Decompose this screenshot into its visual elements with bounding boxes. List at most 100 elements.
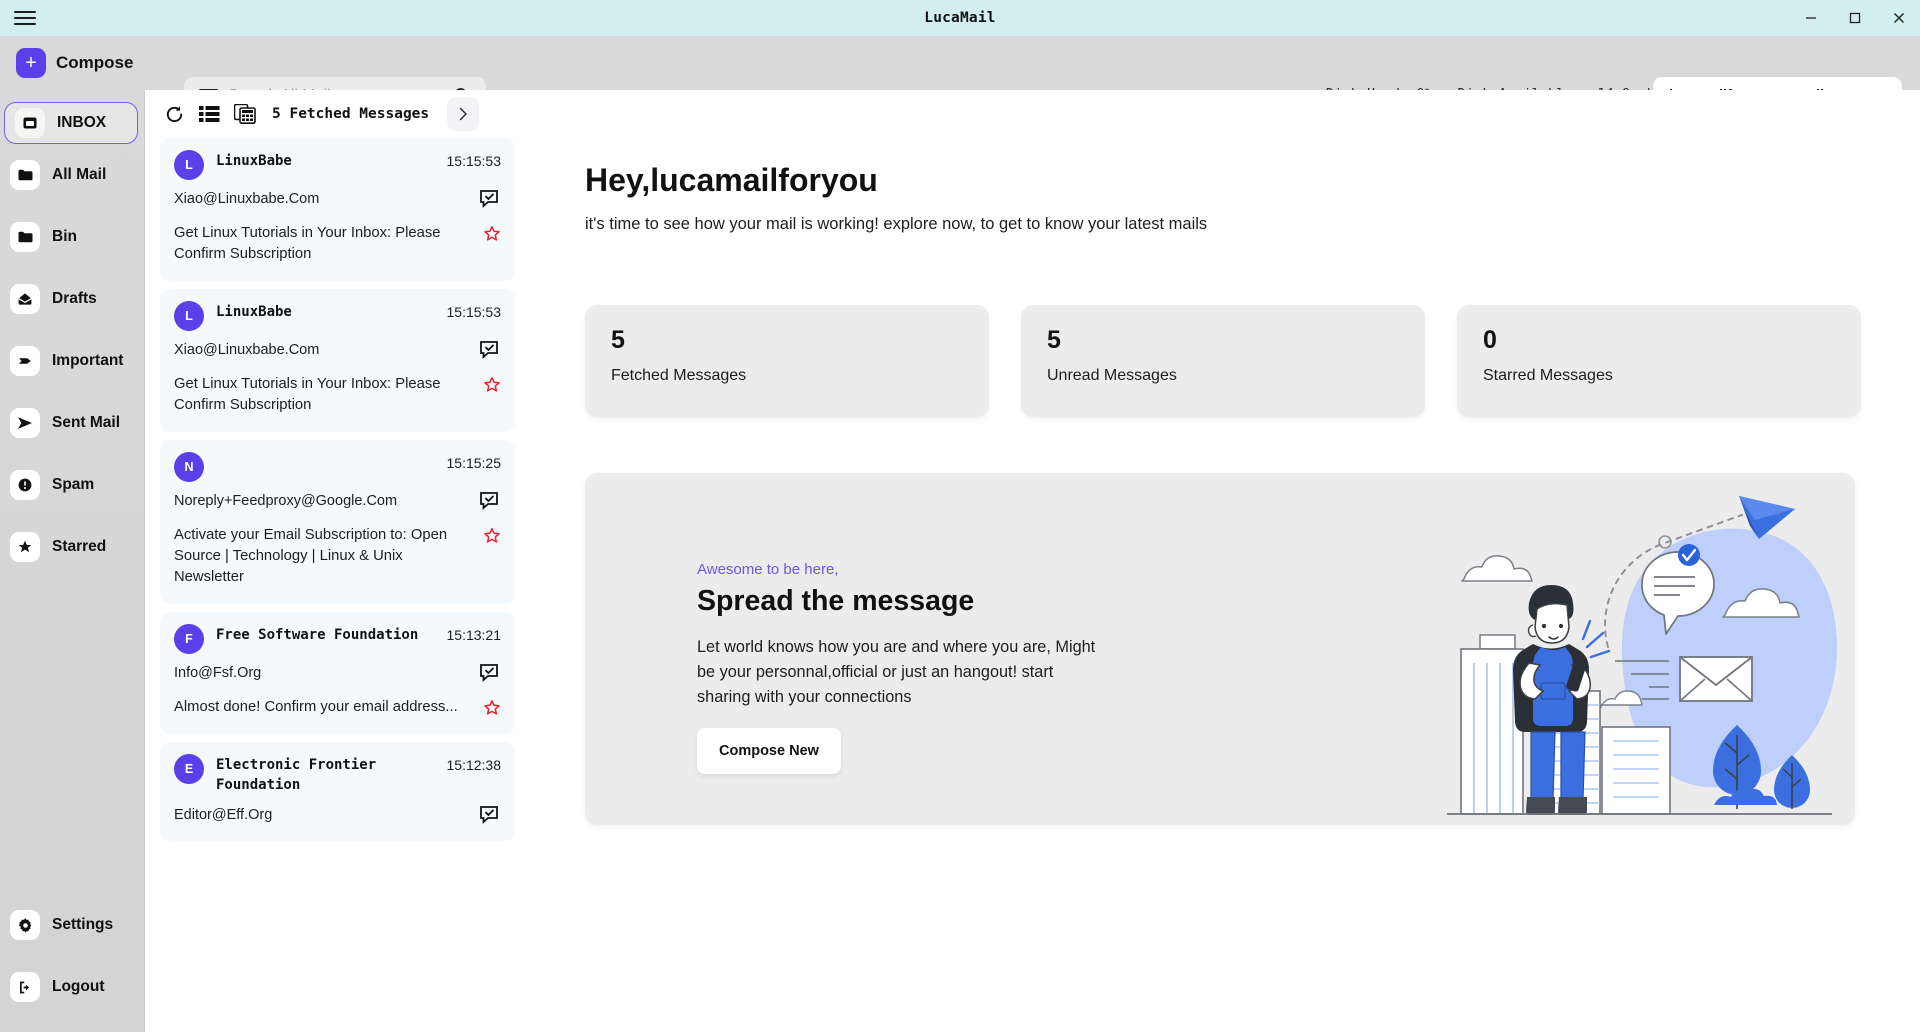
sidebar-item-drafts[interactable]: Drafts: [0, 268, 144, 330]
next-page-button[interactable]: [447, 97, 480, 131]
sidebar-item-label: Sent Mail: [52, 414, 121, 431]
mail-subject: Get Linux Tutorials in Your Inbox: Pleas…: [174, 225, 441, 262]
star-icon[interactable]: [483, 699, 501, 717]
star-icon[interactable]: [483, 527, 501, 545]
promo-title: Spread the message: [697, 585, 975, 617]
person-sending-mail-illustration: [1447, 496, 1837, 815]
compose-button-label: Compose: [56, 53, 134, 72]
sidebar-item-all-mail[interactable]: All Mail: [0, 144, 144, 206]
app-window: LucaMail + Compose Disk Used: 0% , D: [0, 0, 1920, 1032]
mail-sender-name: LinuxBabe: [216, 153, 292, 169]
star-icon[interactable]: [483, 376, 501, 394]
mail-timestamp: 15:15:53: [446, 304, 502, 320]
mail-item-header: L LinuxBabe 15:15:53: [174, 150, 501, 180]
mail-item-subject-row: Activate your Email Subscription to: Ope…: [174, 525, 501, 588]
conversation-icon[interactable]: [479, 491, 501, 511]
mail-timestamp: 15:15:25: [446, 455, 502, 471]
title-bar: LucaMail: [0, 0, 1920, 36]
mail-sender-name: LinuxBabe: [216, 304, 292, 320]
promo-description: Let world knows how you are and where yo…: [697, 638, 1096, 706]
mail-item-header: N 15:15:25: [174, 452, 501, 482]
minimize-icon[interactable]: [1800, 7, 1822, 29]
sidebar-item-label: Important: [52, 352, 124, 369]
conversation-icon[interactable]: [479, 805, 501, 825]
sidebar-item-sent-mail[interactable]: Sent Mail: [0, 392, 144, 454]
close-icon[interactable]: [1888, 7, 1910, 29]
sidebar-item-starred[interactable]: Starred: [0, 516, 144, 578]
promo-banner: Awesome to be here, Spread the message L…: [585, 473, 1855, 825]
sidebar-item-label: All Mail: [52, 166, 107, 183]
mail-item-subject-row: Almost done! Confirm your email address.…: [174, 697, 501, 718]
mail-item-subject-row: Get Linux Tutorials in Your Inbox: Pleas…: [174, 223, 501, 265]
mail-subject: Get Linux Tutorials in Your Inbox: Pleas…: [174, 376, 441, 413]
compose-button[interactable]: + Compose: [8, 42, 140, 84]
stat-label: Fetched Messages: [611, 366, 747, 384]
mail-sender-address: Editor@Eff.Org: [174, 806, 273, 823]
stat-value: 5: [1047, 326, 1061, 354]
mail-timestamp: 15:12:38: [446, 757, 502, 773]
avatar: L: [174, 301, 204, 331]
mail-subject: Activate your Email Subscription to: Ope…: [174, 527, 448, 585]
conversation-icon[interactable]: [479, 663, 501, 683]
mail-sender-address: Info@Fsf.Org: [174, 665, 262, 681]
mail-item-header: L LinuxBabe 15:15:53: [174, 301, 501, 331]
mail-sender-address: Noreply+Feedproxy@Google.Com: [174, 493, 398, 509]
folder-icon: [10, 160, 40, 190]
sidebar: INBOX All Mail Bin Drafts Important Sent…: [0, 90, 145, 1032]
mail-sender-address: Xiao@Linuxbabe.Com: [174, 342, 320, 358]
avatar: F: [174, 624, 204, 654]
sidebar-item-settings[interactable]: Settings: [0, 894, 145, 956]
mail-list-item[interactable]: F Free Software Foundation 15:13:21 Info…: [160, 612, 515, 734]
stats-row: 5 Fetched Messages 5 Unread Messages 0 S…: [585, 305, 1861, 417]
mail-item-address-row: Info@Fsf.Org: [174, 663, 501, 683]
sidebar-item-label: Drafts: [52, 290, 97, 307]
compose-new-button[interactable]: Compose New: [697, 728, 841, 774]
stat-value: 0: [1483, 326, 1497, 354]
sidebar-item-label: Spam: [52, 476, 95, 493]
mail-list-item[interactable]: L LinuxBabe 15:15:53 Xiao@Linuxbabe.Com …: [160, 289, 515, 432]
avatar: L: [174, 150, 204, 180]
sidebar-item-spam[interactable]: Spam: [0, 454, 144, 516]
conversation-icon[interactable]: [479, 340, 501, 360]
sidebar-item-inbox[interactable]: INBOX: [4, 102, 138, 144]
mail-item-address-row: Xiao@Linuxbabe.Com: [174, 189, 501, 209]
maximize-icon[interactable]: [1844, 7, 1866, 29]
stat-value: 5: [611, 326, 625, 354]
sidebar-item-logout[interactable]: Logout: [0, 956, 145, 1018]
inbox-icon: [15, 108, 45, 138]
mail-item-header: F Free Software Foundation 15:13:21: [174, 624, 501, 654]
mail-item-subject-row: Get Linux Tutorials in Your Inbox: Pleas…: [174, 374, 501, 416]
mail-sender-address: Xiao@Linuxbabe.Com: [174, 191, 320, 207]
mail-item-address-row: Noreply+Feedproxy@Google.Com: [174, 491, 501, 511]
sidebar-bottom-group: Settings Logout: [0, 894, 145, 1018]
grid-view-icon[interactable]: [234, 104, 256, 124]
list-view-icon[interactable]: [199, 105, 220, 123]
mail-list-item[interactable]: L LinuxBabe 15:15:53 Xiao@Linuxbabe.Com …: [160, 138, 515, 281]
folder-icon: [10, 222, 40, 252]
sidebar-item-bin[interactable]: Bin: [0, 206, 144, 268]
mail-list-item[interactable]: E Electronic Frontier Foundation 15:12:3…: [160, 742, 515, 841]
draft-envelope-icon: [10, 284, 40, 314]
sidebar-item-label: Settings: [52, 916, 114, 933]
star-icon[interactable]: [483, 225, 501, 243]
sidebar-item-label: Bin: [52, 228, 77, 245]
greeting-subtitle: it's time to see how your mail is workin…: [585, 215, 1208, 233]
logout-icon: [10, 972, 40, 1002]
page-title: Hey,lucamailforyou: [585, 162, 878, 198]
mail-list-item[interactable]: N 15:15:25 Noreply+Feedproxy@Google.Com …: [160, 440, 515, 604]
mail-timestamp: 15:15:53: [446, 153, 502, 169]
stat-card-fetched: 5 Fetched Messages: [585, 305, 989, 417]
envelope-icon: [1679, 656, 1753, 702]
mail-sender-name: [216, 452, 435, 454]
promo-kicker: Awesome to be here,: [697, 561, 839, 578]
refresh-icon[interactable]: [164, 104, 185, 125]
star-icon: [10, 532, 40, 562]
conversation-icon[interactable]: [479, 189, 501, 209]
sidebar-item-label: INBOX: [57, 114, 107, 131]
sidebar-item-label: Logout: [52, 978, 105, 995]
sidebar-item-important[interactable]: Important: [0, 330, 144, 392]
sidebar-item-label: Starred: [52, 538, 107, 555]
mail-item-address-row: Xiao@Linuxbabe.Com: [174, 340, 501, 360]
mail-sender-name: Electronic Frontier Foundation: [216, 757, 377, 793]
gear-icon: [10, 910, 40, 940]
